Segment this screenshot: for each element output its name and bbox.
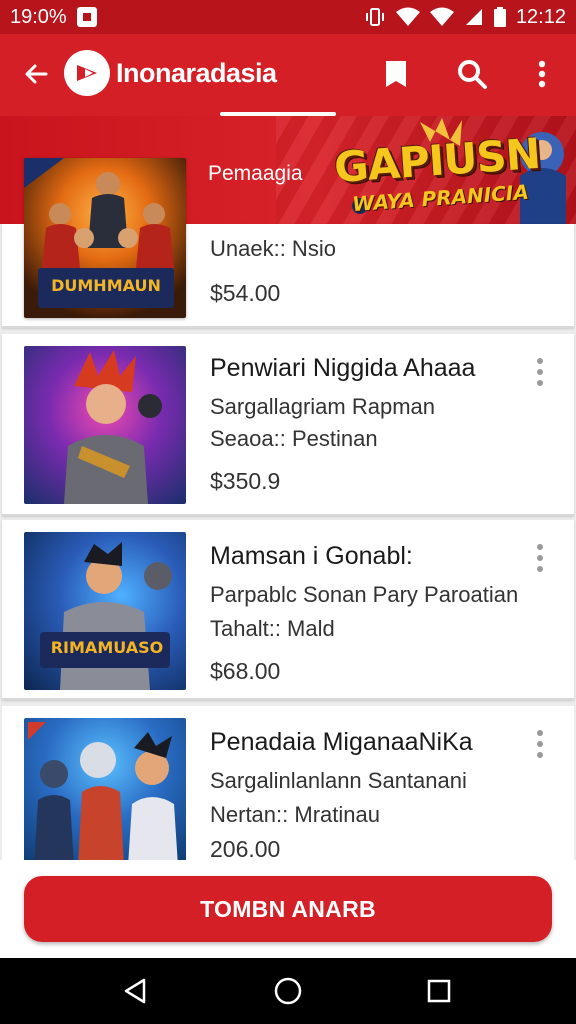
more-options-button[interactable] (522, 54, 562, 94)
item-thumbnail: DUMHMAUN (24, 158, 186, 318)
primary-action-button[interactable]: TOMBN ANARB (24, 876, 552, 942)
kebab-dot (537, 730, 543, 736)
list-item[interactable]: RIMAMUASO Mamsan i Gonabl: Parpablc Sona… (2, 520, 574, 700)
system-nav-bar (0, 958, 576, 1024)
item-detail: Nertan:: Mratinau (210, 802, 380, 827)
item-more-button[interactable] (528, 352, 552, 392)
app-logo-icon (64, 50, 110, 96)
status-bar: 19:0% 12:12 (0, 0, 576, 34)
item-subtitle: Unaek:: Nsio (210, 236, 336, 261)
kebab-dot (537, 741, 543, 747)
thumb-caption: RIMAMUASO (50, 638, 164, 657)
item-more-button[interactable] (528, 724, 552, 764)
item-detail: Seaoa:: Pestinan (210, 426, 378, 451)
list-item[interactable]: Penadaia MiganaaNiKa Sargalinlanlann San… (2, 706, 574, 866)
vibrate-icon (364, 6, 386, 28)
banner-text: Pemaagia (208, 162, 303, 185)
search-button[interactable] (452, 54, 492, 94)
item-subtitle: Parpablc Sonan Pary Paroatian (210, 582, 519, 607)
wifi-secondary-icon (429, 7, 454, 27)
nav-recents-icon (427, 979, 451, 1003)
nav-home-button[interactable] (271, 974, 305, 1008)
bookmark-button[interactable] (376, 54, 416, 94)
item-price: $350.9 (210, 468, 281, 494)
nav-back-button[interactable] (118, 974, 152, 1008)
kebab-dot (537, 555, 543, 561)
kebab-dot (537, 358, 543, 364)
thumb-caption: DUMHMAUN (51, 276, 161, 295)
app-bar: Inonaradasia (0, 34, 576, 116)
item-subtitle: Sargalinlanlann Santanani (210, 768, 467, 793)
item-price: 206.00 (210, 836, 281, 862)
kebab-dot (537, 380, 543, 386)
search-icon (458, 60, 487, 89)
kebab-dot (537, 752, 543, 758)
battery-icon (493, 7, 506, 27)
more-vert-icon (538, 60, 546, 88)
item-thumbnail: RIMAMUASO (24, 532, 186, 690)
kebab-dot (537, 566, 543, 572)
status-time-right: 12:12 (515, 5, 566, 28)
cta-area: TOMBN ANARB (0, 860, 576, 958)
kebab-dot (537, 369, 543, 375)
item-more-button[interactable] (528, 538, 552, 578)
status-left: 19:0% (10, 6, 97, 29)
list-item[interactable]: Penwiari Niggida Ahaaa Sargallagriam Rap… (2, 334, 574, 516)
item-thumbnail (24, 718, 186, 866)
item-title: Mamsan i Gonabl: (210, 542, 413, 570)
bookmark-icon (386, 61, 406, 87)
status-right: 12:12 (364, 6, 566, 29)
item-price: $54.00 (210, 280, 281, 306)
nav-recents-button[interactable] (422, 974, 456, 1008)
item-subtitle: Sargallagriam Rapman (210, 394, 435, 419)
item-title: Penadaia MiganaaNiKa (210, 728, 473, 756)
signal-icon (464, 7, 484, 27)
item-thumbnail (24, 346, 186, 504)
status-time-left: 19:0% (10, 5, 67, 28)
nav-home-icon (274, 977, 302, 1005)
notification-icon (76, 7, 97, 27)
app-title: Inonaradasia (116, 58, 277, 88)
back-button[interactable] (16, 54, 56, 94)
nav-back-icon (124, 978, 146, 1004)
item-price: $68.00 (210, 658, 281, 684)
screen: 19:0% 12:12 Inonaradasia Pemaagia GAPIUS… (0, 0, 576, 1024)
back-arrow-icon (25, 64, 48, 84)
item-detail: Tahalt:: Mald (210, 616, 335, 641)
wifi-icon (395, 7, 420, 27)
kebab-dot (537, 544, 543, 550)
item-title: Penwiari Niggida Ahaaa (210, 354, 476, 382)
